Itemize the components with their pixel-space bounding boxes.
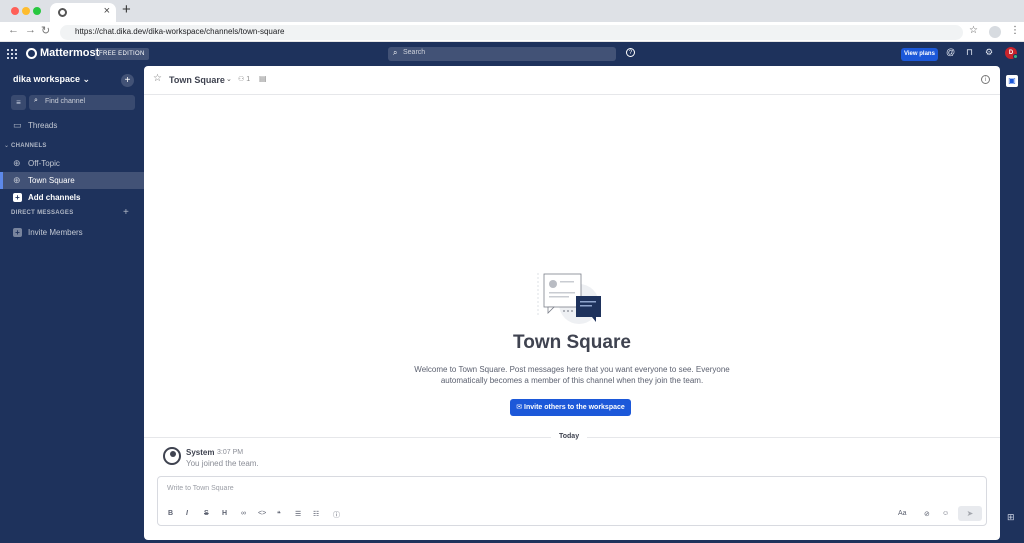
maximize-window-button[interactable] <box>33 7 41 15</box>
text-size-toggle[interactable]: Aa <box>898 510 907 517</box>
saved-messages-icon[interactable]: ⊓ <box>966 47 973 58</box>
plus-box-icon: + <box>13 228 22 237</box>
add-dm-icon[interactable]: + <box>123 207 129 218</box>
sidebar-item-threads[interactable]: ▭ Threads <box>0 117 144 134</box>
brand-name: Mattermost <box>40 47 100 59</box>
post-username[interactable]: System <box>186 448 214 457</box>
channel-intro-title: Town Square <box>513 332 631 353</box>
channel-intro-illustration <box>537 273 601 324</box>
find-channel-placeholder: Find channel <box>45 98 86 105</box>
message-input-placeholder: Write to Town Square <box>167 485 234 492</box>
back-icon[interactable]: ← <box>8 24 19 36</box>
direct-messages-section-header[interactable]: DIRECT MESSAGES <box>11 210 74 216</box>
globe-icon: ⊕ <box>13 158 21 168</box>
favorite-star-icon[interactable]: ☆ <box>153 73 162 84</box>
channel-title[interactable]: Town Square <box>169 75 225 85</box>
sidebar-item-label: Threads <box>28 121 58 130</box>
heading-button[interactable]: H <box>222 510 227 517</box>
global-header: Mattermost FREE EDITION ⌕ Search ? View … <box>0 42 1024 66</box>
date-separator: Today <box>551 433 588 440</box>
browser-menu-icon[interactable]: ⋮ <box>1010 25 1020 36</box>
edition-badge: FREE EDITION <box>95 48 149 60</box>
attachment-icon[interactable]: ⊘ <box>924 510 930 518</box>
info-icon[interactable]: i <box>981 75 990 84</box>
app-bar: ▣ ⊞ <box>1000 66 1024 543</box>
search-icon: ⌕ <box>393 48 398 57</box>
send-button[interactable]: ➤ <box>958 506 982 521</box>
globe-icon: ⊕ <box>13 175 21 185</box>
view-plans-button[interactable]: View plans <box>901 48 938 61</box>
tab-close-icon[interactable]: × <box>104 5 110 17</box>
channels-section-header[interactable]: CHANNELS <box>11 143 47 149</box>
strikethrough-button[interactable]: S <box>204 510 209 517</box>
center-channel: ☆ Town Square ⌄ ⚇ 1 ▤ i Town Square Welc… <box>144 66 1000 540</box>
link-icon[interactable]: ∞ <box>241 510 246 517</box>
system-avatar <box>163 447 181 465</box>
add-button[interactable]: + <box>121 74 134 87</box>
channel-intro-description: Welcome to Town Square. Post messages he… <box>414 365 730 385</box>
channel-sidebar: dika workspace ⌄ + ≡ ⌕ Find channel ▭ Th… <box>0 66 144 543</box>
browser-tab[interactable]: × <box>50 3 116 22</box>
favicon-icon <box>58 8 67 17</box>
invite-others-button[interactable]: ✉ Invite others to the workspace <box>510 399 631 416</box>
mentions-icon[interactable]: @ <box>946 47 955 57</box>
mail-icon: ✉ <box>516 404 523 411</box>
bold-button[interactable]: B <box>168 510 173 517</box>
address-bar[interactable]: https://chat.dika.dev/dika-workspace/cha… <box>60 25 963 40</box>
close-window-button[interactable] <box>11 7 19 15</box>
online-status-icon <box>1013 54 1018 59</box>
priority-icon[interactable]: ⓘ <box>333 510 340 520</box>
bookmark-star-icon[interactable]: ☆ <box>969 25 978 36</box>
search-icon: ⌕ <box>34 97 38 104</box>
settings-gear-icon[interactable]: ⚙ <box>985 47 993 58</box>
search-placeholder: Search <box>403 49 426 56</box>
product-menu-icon[interactable] <box>7 49 17 59</box>
member-icon: ⚇ <box>238 76 245 83</box>
sidebar-item-town-square[interactable]: ⊕ Town Square <box>0 172 144 189</box>
chevron-down-icon[interactable]: ⌄ <box>4 142 9 149</box>
sidebar-item-label: Invite Members <box>28 228 83 237</box>
sidebar-item-label: Add channels <box>28 193 81 202</box>
sidebar-item-off-topic[interactable]: ⊕ Off-Topic <box>0 155 144 172</box>
sidebar-item-add-channels[interactable]: + Add channels <box>0 189 144 206</box>
numbered-list-icon[interactable]: ☷ <box>313 510 319 518</box>
emoji-icon[interactable]: ☺ <box>942 510 949 517</box>
sidebar-item-invite-members[interactable]: + Invite Members <box>0 224 144 241</box>
member-count-value: 1 <box>246 76 251 83</box>
plus-box-icon: + <box>13 193 22 202</box>
forward-icon[interactable]: → <box>25 24 36 36</box>
member-count[interactable]: ⚇ 1 <box>238 75 250 83</box>
help-icon[interactable]: ? <box>626 48 635 57</box>
files-icon[interactable]: ▤ <box>259 74 267 83</box>
sidebar-item-label: Town Square <box>28 176 75 185</box>
invite-button-label: Invite others to the workspace <box>524 404 625 411</box>
threads-icon: ▭ <box>13 120 22 130</box>
url-text: https://chat.dika.dev/dika-workspace/cha… <box>75 27 285 36</box>
chevron-down-icon[interactable]: ⌄ <box>226 75 232 83</box>
boards-icon[interactable]: ▣ <box>1006 75 1018 87</box>
browser-toolbar: ← → ↻ https://chat.dika.dev/dika-workspa… <box>0 22 1024 42</box>
sidebar-item-label: Off-Topic <box>28 159 60 168</box>
browser-tab-strip: × + <box>0 0 1024 22</box>
search-input[interactable]: ⌕ Search <box>388 47 616 61</box>
bulleted-list-icon[interactable]: ☰ <box>295 510 301 518</box>
profile-icon[interactable] <box>989 26 1001 38</box>
marketplace-icon[interactable]: ⊞ <box>1007 512 1015 523</box>
italic-button[interactable]: I <box>186 510 188 517</box>
filter-icon[interactable]: ≡ <box>11 95 26 110</box>
message-composer[interactable]: Write to Town Square B I S H ∞ <> ❝ ☰ ☷ … <box>157 476 987 526</box>
reload-icon[interactable]: ↻ <box>41 24 50 37</box>
new-tab-button[interactable]: + <box>122 1 131 18</box>
mattermost-logo-icon <box>26 48 37 59</box>
quote-icon[interactable]: ❝ <box>277 510 281 518</box>
team-name[interactable]: dika workspace ⌄ <box>13 74 90 85</box>
channel-header: ☆ Town Square ⌄ ⚇ 1 ▤ i <box>144 66 1000 95</box>
post-timestamp[interactable]: 3:07 PM <box>217 449 243 456</box>
minimize-window-button[interactable] <box>22 7 30 15</box>
code-icon[interactable]: <> <box>258 510 266 517</box>
post-message: You joined the team. <box>186 459 259 468</box>
find-channel-input[interactable]: ⌕ Find channel <box>29 95 135 110</box>
